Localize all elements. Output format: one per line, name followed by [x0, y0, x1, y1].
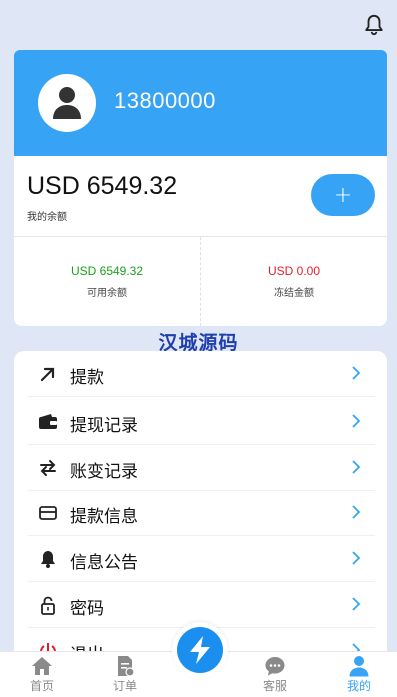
menu-item-withdraw[interactable]: 提款: [28, 352, 375, 397]
available-balance: USD 6549.32 可用余额: [14, 237, 200, 326]
tab-label: 客服: [262, 679, 287, 693]
balance-card: USD 6549.32 我的余额 + USD 6549.32 可用余额 USD …: [14, 156, 387, 326]
tab-mine[interactable]: 我的: [329, 652, 389, 697]
tab-label: 订单: [112, 679, 137, 693]
frozen-amount: USD 0.00: [267, 264, 321, 278]
menu-list: 提款 提现记录 账变记录 提款信息 信息公告 密码: [14, 351, 387, 651]
tab-orders[interactable]: 订单: [95, 652, 155, 697]
chevron-right-icon: [352, 551, 361, 565]
chevron-right-icon: [352, 643, 361, 651]
quick-action-inner: [177, 627, 223, 673]
menu-item-transactions[interactable]: 账变记录: [28, 446, 375, 491]
frozen-balance: USD 0.00 冻结金额: [201, 237, 387, 326]
chevron-right-icon: [352, 366, 361, 380]
account-phone: 13800000: [114, 88, 216, 113]
chevron-right-icon: [352, 414, 361, 428]
chevron-right-icon: [352, 460, 361, 474]
order-icon: [118, 656, 135, 677]
menu-item-label: 密码: [70, 599, 104, 619]
user-avatar-icon: [53, 87, 81, 119]
balance-amount: USD 6549.32: [27, 172, 178, 200]
available-label: 可用余额: [87, 288, 127, 299]
tab-label: 首页: [29, 679, 54, 693]
available-amount: USD 6549.32: [70, 264, 144, 278]
tab-home[interactable]: 首页: [12, 652, 72, 697]
menu-item-announcements[interactable]: 信息公告: [28, 537, 375, 582]
wallet-icon: [39, 414, 57, 429]
menu-item-label: 提款信息: [70, 507, 138, 527]
card-icon: [39, 506, 57, 520]
bell-icon: [41, 551, 55, 568]
tab-support[interactable]: 客服: [245, 652, 305, 697]
home-icon: [32, 657, 52, 675]
menu-item-label: 退出: [70, 640, 104, 651]
chevron-right-icon: [352, 505, 361, 519]
power-icon: [40, 643, 56, 651]
avatar[interactable]: [38, 74, 96, 132]
top-bar: [0, 0, 397, 48]
swap-icon: [40, 460, 56, 476]
chat-icon: [265, 657, 285, 676]
arrow-up-right-icon: [40, 367, 55, 382]
menu-item-label: 账变记录: [70, 462, 138, 482]
menu-item-label: 提款: [70, 368, 104, 388]
lightning-icon: [190, 636, 210, 664]
notification-bell-icon[interactable]: [363, 14, 385, 36]
tab-label: 我的: [346, 679, 371, 693]
menu-item-label: 信息公告: [70, 553, 138, 573]
lock-icon: [41, 596, 55, 615]
menu-item-withdraw-records[interactable]: 提现记录: [28, 400, 375, 445]
quick-action-button[interactable]: [172, 622, 228, 678]
add-funds-button[interactable]: +: [311, 174, 375, 216]
user-icon: [349, 656, 369, 677]
balance-label: 我的余额: [27, 212, 67, 223]
profile-header: 13800000: [14, 50, 387, 156]
menu-item-withdraw-info[interactable]: 提款信息: [28, 491, 375, 536]
chevron-right-icon: [352, 597, 361, 611]
menu-item-label: 提现记录: [70, 416, 138, 436]
frozen-label: 冻结金额: [274, 288, 314, 299]
